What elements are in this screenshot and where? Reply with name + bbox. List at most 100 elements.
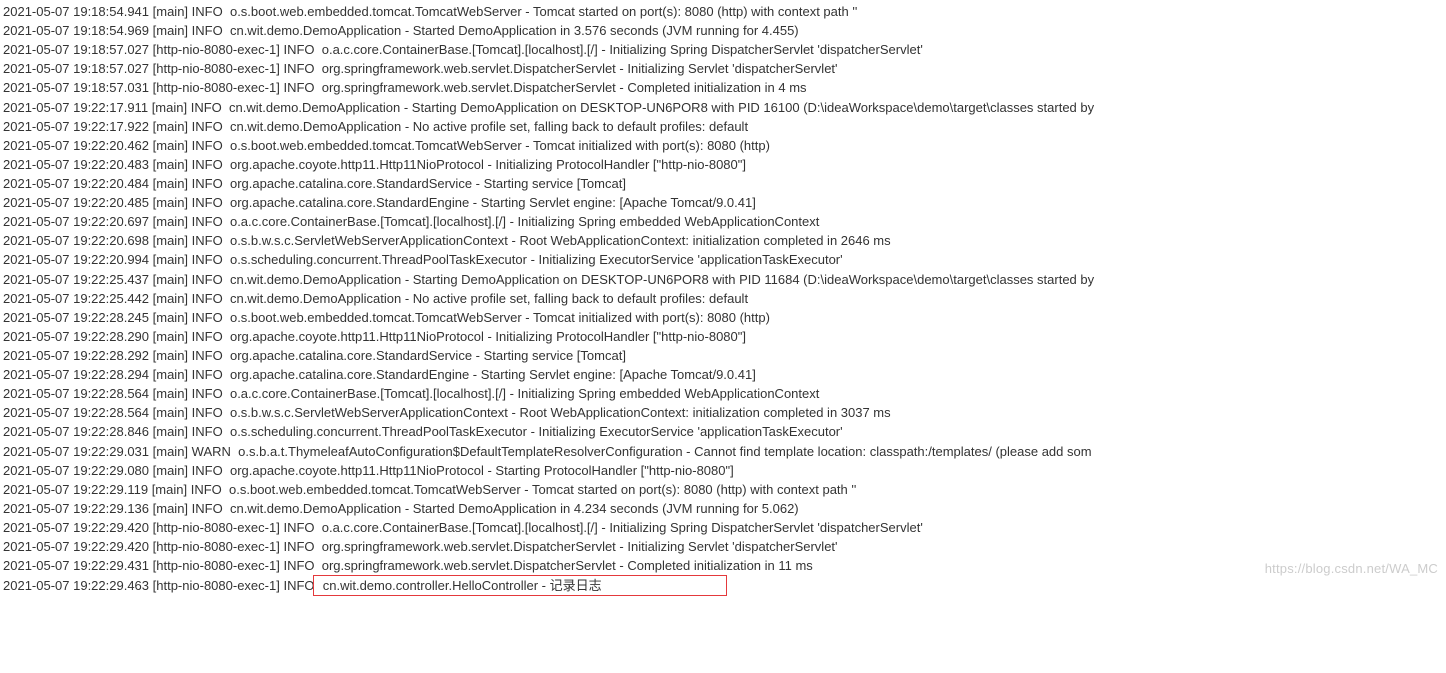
log-level: INFO — [283, 578, 314, 593]
log-timestamp: 2021-05-07 19:22:20.698 — [3, 233, 149, 248]
log-message: cn.wit.demo.DemoApplication - No active … — [223, 291, 748, 306]
log-message: org.apache.coyote.http11.Http11NioProtoc… — [223, 157, 746, 172]
log-timestamp: 2021-05-07 19:22:29.463 — [3, 578, 149, 593]
log-line: 2021-05-07 19:22:25.437 [main] INFO cn.w… — [3, 270, 1446, 289]
log-level: INFO — [192, 463, 223, 478]
log-message: cn.wit.demo.DemoApplication - Starting D… — [223, 272, 1098, 287]
log-line: 2021-05-07 19:22:20.462 [main] INFO o.s.… — [3, 136, 1446, 155]
log-timestamp: 2021-05-07 19:18:54.941 — [3, 4, 149, 19]
log-message: org.apache.catalina.core.StandardEngine … — [223, 367, 756, 382]
log-line: 2021-05-07 19:22:28.245 [main] INFO o.s.… — [3, 308, 1446, 327]
log-thread: [http-nio-8080-exec-1] — [153, 558, 280, 573]
log-thread: [main] — [153, 291, 188, 306]
log-timestamp: 2021-05-07 19:22:28.245 — [3, 310, 149, 325]
log-timestamp: 2021-05-07 19:22:28.846 — [3, 424, 149, 439]
log-timestamp: 2021-05-07 19:22:28.564 — [3, 405, 149, 420]
log-line: 2021-05-07 19:18:57.031 [http-nio-8080-e… — [3, 78, 1446, 97]
log-thread: [main] — [153, 157, 188, 172]
log-line: 2021-05-07 19:22:29.420 [http-nio-8080-e… — [3, 537, 1446, 556]
log-thread: [main] — [153, 329, 188, 344]
log-message: o.a.c.core.ContainerBase.[Tomcat].[local… — [223, 214, 820, 229]
log-message: org.apache.coyote.http11.Http11NioProtoc… — [223, 329, 746, 344]
log-timestamp: 2021-05-07 19:22:20.483 — [3, 157, 149, 172]
log-timestamp: 2021-05-07 19:18:54.969 — [3, 23, 149, 38]
log-thread: [main] — [153, 444, 188, 459]
log-timestamp: 2021-05-07 19:22:29.420 — [3, 539, 149, 554]
log-timestamp: 2021-05-07 19:22:29.431 — [3, 558, 149, 573]
log-message: org.springframework.web.servlet.Dispatch… — [315, 558, 813, 573]
log-level: INFO — [283, 558, 314, 573]
log-thread: [main] — [153, 195, 188, 210]
log-level: INFO — [283, 61, 314, 76]
log-message: o.s.b.w.s.c.ServletWebServerApplicationC… — [223, 233, 891, 248]
log-line: 2021-05-07 19:22:28.290 [main] INFO org.… — [3, 327, 1446, 346]
log-message: org.springframework.web.servlet.Dispatch… — [315, 80, 807, 95]
highlighted-log-entry: cn.wit.demo.controller.HelloController -… — [313, 575, 728, 596]
log-line: 2021-05-07 19:22:28.294 [main] INFO org.… — [3, 365, 1446, 384]
log-level: INFO — [192, 157, 223, 172]
log-thread: [main] — [153, 310, 188, 325]
log-timestamp: 2021-05-07 19:18:57.027 — [3, 61, 149, 76]
log-level: INFO — [192, 367, 223, 382]
log-thread: [main] — [153, 23, 188, 38]
log-thread: [http-nio-8080-exec-1] — [153, 578, 280, 593]
log-level: INFO — [192, 176, 223, 191]
log-thread: [main] — [153, 463, 188, 478]
log-thread: [main] — [153, 233, 188, 248]
log-thread: [main] — [152, 100, 187, 115]
log-level: INFO — [192, 405, 223, 420]
log-level: INFO — [192, 214, 223, 229]
log-timestamp: 2021-05-07 19:22:28.564 — [3, 386, 149, 401]
log-message: o.s.boot.web.embedded.tomcat.TomcatWebSe… — [223, 4, 858, 19]
log-message: org.apache.catalina.core.StandardService… — [223, 176, 626, 191]
log-level: INFO — [192, 310, 223, 325]
log-message: o.a.c.core.ContainerBase.[Tomcat].[local… — [315, 42, 923, 57]
log-thread: [http-nio-8080-exec-1] — [153, 539, 280, 554]
log-message: org.apache.catalina.core.StandardEngine … — [223, 195, 756, 210]
log-line: 2021-05-07 19:22:20.485 [main] INFO org.… — [3, 193, 1446, 212]
log-level: WARN — [192, 444, 231, 459]
log-level: INFO — [192, 23, 223, 38]
log-message: o.s.b.w.s.c.ServletWebServerApplicationC… — [223, 405, 891, 420]
log-output[interactable]: 2021-05-07 19:18:54.941 [main] INFO o.s.… — [3, 2, 1446, 596]
log-timestamp: 2021-05-07 19:22:25.437 — [3, 272, 149, 287]
log-timestamp: 2021-05-07 19:22:29.420 — [3, 520, 149, 535]
log-message: o.s.boot.web.embedded.tomcat.TomcatWebSe… — [223, 310, 770, 325]
log-thread: [main] — [153, 405, 188, 420]
log-level: INFO — [192, 424, 223, 439]
log-message: org.apache.coyote.http11.Http11NioProtoc… — [223, 463, 734, 478]
log-timestamp: 2021-05-07 19:22:28.294 — [3, 367, 149, 382]
log-message: cn.wit.demo.DemoApplication - Started De… — [223, 23, 799, 38]
log-level: INFO — [283, 42, 314, 57]
log-thread: [main] — [153, 386, 188, 401]
log-level: INFO — [191, 482, 222, 497]
log-thread: [main] — [152, 482, 187, 497]
log-line: 2021-05-07 19:22:20.994 [main] INFO o.s.… — [3, 250, 1446, 269]
log-message: org.springframework.web.servlet.Dispatch… — [315, 61, 838, 76]
log-level: INFO — [192, 272, 223, 287]
log-level: INFO — [192, 4, 223, 19]
log-level: INFO — [192, 329, 223, 344]
log-thread: [http-nio-8080-exec-1] — [153, 61, 280, 76]
log-thread: [main] — [153, 424, 188, 439]
log-line: 2021-05-07 19:22:17.922 [main] INFO cn.w… — [3, 117, 1446, 136]
log-timestamp: 2021-05-07 19:22:17.911 — [3, 100, 148, 115]
log-level: INFO — [191, 100, 222, 115]
log-line: 2021-05-07 19:18:54.969 [main] INFO cn.w… — [3, 21, 1446, 40]
log-line: 2021-05-07 19:22:29.463 [http-nio-8080-e… — [3, 575, 1446, 596]
log-thread: [http-nio-8080-exec-1] — [153, 80, 280, 95]
log-line: 2021-05-07 19:22:28.846 [main] INFO o.s.… — [3, 422, 1446, 441]
log-timestamp: 2021-05-07 19:22:29.031 — [3, 444, 149, 459]
log-message: cn.wit.demo.DemoApplication - No active … — [223, 119, 748, 134]
log-line: 2021-05-07 19:22:28.564 [main] INFO o.s.… — [3, 403, 1446, 422]
log-line: 2021-05-07 19:22:20.483 [main] INFO org.… — [3, 155, 1446, 174]
log-timestamp: 2021-05-07 19:18:57.027 — [3, 42, 149, 57]
log-level: INFO — [192, 195, 223, 210]
log-message: o.s.scheduling.concurrent.ThreadPoolTask… — [223, 252, 843, 267]
log-level: INFO — [283, 539, 314, 554]
log-timestamp: 2021-05-07 19:22:20.994 — [3, 252, 149, 267]
log-line: 2021-05-07 19:22:17.911 [main] INFO cn.w… — [3, 98, 1446, 117]
log-line: 2021-05-07 19:18:57.027 [http-nio-8080-e… — [3, 59, 1446, 78]
log-thread: [main] — [153, 348, 188, 363]
log-line: 2021-05-07 19:22:20.698 [main] INFO o.s.… — [3, 231, 1446, 250]
